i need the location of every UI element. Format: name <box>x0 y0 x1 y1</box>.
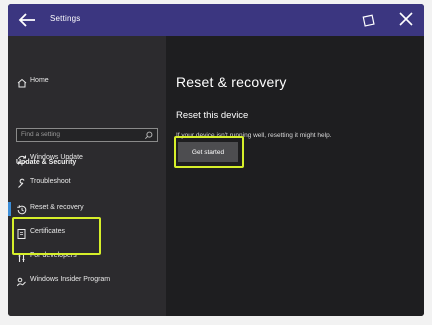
settings-window: Settings Home Find a setting Update & Se… <box>8 4 424 316</box>
nav-label: Troubleshoot <box>30 178 71 185</box>
window-title: Settings <box>50 14 81 23</box>
sync-icon <box>18 155 26 165</box>
nav-label: Windows Update <box>30 154 83 161</box>
back-arrow-icon[interactable] <box>16 9 38 31</box>
main-content: Reset & recovery Reset this device If yo… <box>166 36 424 316</box>
home-icon <box>17 78 27 88</box>
nav-label: Reset & recovery <box>30 204 84 211</box>
nav-label-home: Home <box>30 77 49 84</box>
section-heading: Reset this device <box>176 110 249 121</box>
nav-item-home[interactable]: Home <box>8 73 166 93</box>
search-icon[interactable] <box>144 131 153 140</box>
selection-indicator <box>8 202 11 216</box>
insider-icon <box>17 277 26 287</box>
close-icon[interactable] <box>396 9 416 29</box>
restore-icon[interactable] <box>362 12 378 28</box>
history-icon <box>17 205 27 215</box>
nav-label: Windows Insider Program <box>30 276 111 283</box>
wrench-icon <box>18 178 25 188</box>
title-bar: Settings <box>8 4 424 36</box>
sidebar: Home Find a setting Update & Security Wi… <box>8 36 166 316</box>
search-placeholder: Find a setting <box>21 131 61 138</box>
nav-item-windows-insider-program[interactable]: Windows Insider Program <box>8 272 166 292</box>
page-title: Reset & recovery <box>176 74 287 90</box>
highlight-box-get-started <box>174 136 244 168</box>
highlight-box-reset-recovery <box>12 217 101 255</box>
nav-item-windows-update[interactable]: Windows Update <box>8 150 166 170</box>
search-input[interactable]: Find a setting <box>16 128 158 142</box>
nav-item-troubleshoot[interactable]: Troubleshoot <box>8 174 166 194</box>
